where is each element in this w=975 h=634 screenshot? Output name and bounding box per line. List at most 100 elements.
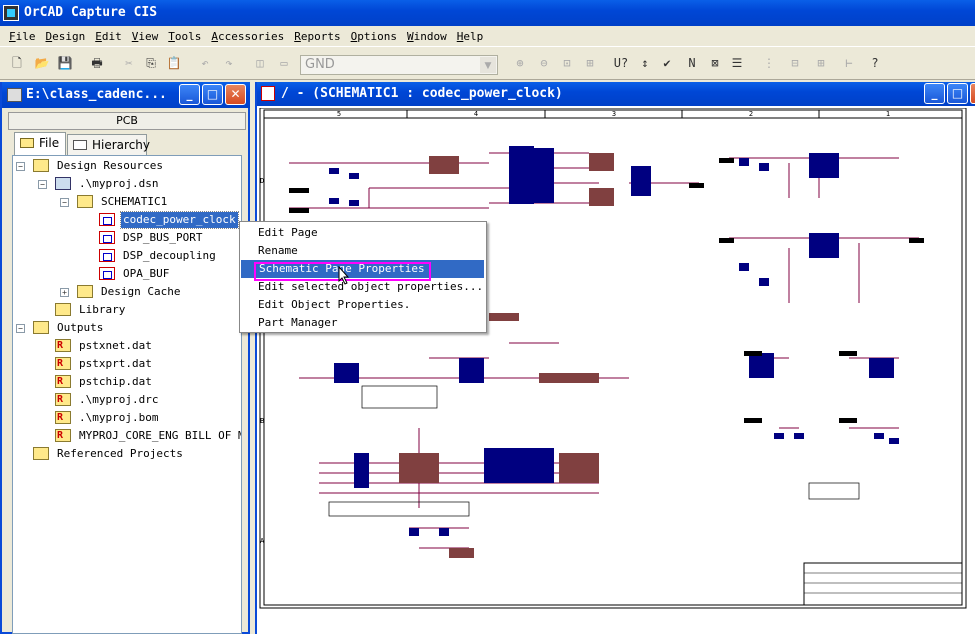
menu-item-schematic-page-properties[interactable]: Schematic Page Properties: [241, 260, 484, 278]
schematic-part[interactable]: [889, 438, 899, 444]
cascade-icon[interactable]: ▭: [275, 55, 293, 71]
hier-icon[interactable]: ⊟: [786, 55, 804, 71]
schematic-part[interactable]: [689, 183, 704, 188]
maximize-button[interactable]: □: [947, 83, 968, 104]
annotate-icon[interactable]: U?: [612, 55, 630, 71]
schematic-part[interactable]: [409, 528, 419, 536]
tree-item[interactable]: DSP_BUS_PORT: [99, 230, 241, 246]
schematic-part[interactable]: [329, 198, 339, 204]
menu-item-rename[interactable]: Rename: [240, 242, 486, 260]
menu-design[interactable]: Design: [41, 30, 91, 43]
schematic-part[interactable]: [354, 453, 369, 488]
menu-window[interactable]: Window: [402, 30, 452, 43]
close-button[interactable]: ✕: [970, 83, 975, 104]
bom-icon[interactable]: ☰: [728, 55, 746, 71]
schematic-part[interactable]: [534, 148, 554, 203]
tree-item[interactable]: SCHEMATIC1: [77, 194, 241, 210]
menu-options[interactable]: Options: [346, 30, 402, 43]
schematic-part[interactable]: [739, 158, 749, 166]
schematic-part[interactable]: [631, 166, 651, 196]
schematic-part[interactable]: [439, 528, 449, 536]
tree-item[interactable]: Design Resources: [33, 158, 241, 174]
schematic-part[interactable]: [289, 188, 309, 193]
schematic-part[interactable]: [449, 548, 474, 558]
schematic-part[interactable]: [869, 358, 894, 378]
schematic-part[interactable]: [774, 433, 784, 439]
chevron-down-icon[interactable]: ▼: [480, 57, 496, 73]
new-icon[interactable]: 🗋: [8, 55, 26, 71]
snap-icon[interactable]: ⋮: [760, 55, 778, 71]
cross-ref-icon[interactable]: ⊠: [706, 55, 724, 71]
schematic-part[interactable]: [589, 188, 614, 206]
schematic-part[interactable]: [739, 263, 749, 271]
tree-item[interactable]: Design Cache: [77, 284, 241, 300]
menu-help[interactable]: Help: [452, 30, 489, 43]
menu-item-edit-object-properties[interactable]: Edit Object Properties.: [240, 296, 486, 314]
schematic-part[interactable]: [809, 153, 839, 178]
schematic-part[interactable]: [794, 433, 804, 439]
save-icon[interactable]: 💾: [56, 55, 74, 71]
minimize-button[interactable]: _: [924, 83, 945, 104]
collapse-icon[interactable]: −: [16, 162, 25, 171]
schematic-part[interactable]: [539, 373, 599, 383]
schematic-part[interactable]: [719, 238, 734, 243]
schematic-part[interactable]: [874, 433, 884, 439]
schematic-part[interactable]: [809, 233, 839, 258]
tree-item[interactable]: Rpstxprt.dat: [55, 356, 241, 372]
open-icon[interactable]: 📂: [33, 55, 51, 71]
net-combo[interactable]: GND ▼: [300, 55, 498, 75]
tab-hierarchy[interactable]: Hierarchy: [67, 134, 150, 155]
tree-item[interactable]: Library: [55, 302, 241, 318]
schematic-part[interactable]: [744, 351, 762, 356]
menu-view[interactable]: View: [127, 30, 164, 43]
schematic-part[interactable]: [329, 168, 339, 174]
schematic-part[interactable]: [489, 313, 519, 321]
collapse-icon[interactable]: −: [16, 324, 25, 333]
menu-item-edit-page[interactable]: Edit Page: [240, 224, 486, 242]
schematic-part[interactable]: [719, 158, 734, 163]
back-annotate-icon[interactable]: ↕: [636, 55, 654, 71]
tree-item[interactable]: Outputs: [33, 320, 241, 336]
schematic-part[interactable]: [749, 353, 774, 378]
menu-reports[interactable]: Reports: [289, 30, 345, 43]
tree-item[interactable]: Rpstchip.dat: [55, 374, 241, 390]
schematic-part[interactable]: [509, 146, 534, 204]
schematic-canvas[interactable]: 5 4 3 2 1DBA: [259, 108, 975, 634]
hier2-icon[interactable]: ⊞: [812, 55, 830, 71]
schematic-part[interactable]: [909, 238, 924, 243]
redo-icon[interactable]: ↷: [220, 55, 238, 71]
tree-item[interactable]: R .\myproj.bom: [55, 410, 241, 426]
schematic-part[interactable]: [334, 363, 359, 383]
schematic-part[interactable]: [839, 418, 857, 423]
schematic-part[interactable]: [744, 418, 762, 423]
undo-icon[interactable]: ↶: [196, 55, 214, 71]
maximize-button[interactable]: □: [202, 84, 223, 105]
zoom-in-icon[interactable]: ⊕: [511, 55, 529, 71]
copy-icon[interactable]: ⎘: [142, 55, 160, 71]
zoom-area-icon[interactable]: ⊡: [558, 55, 576, 71]
schematic-part[interactable]: [429, 156, 459, 174]
project-manager-icon[interactable]: ⊢: [840, 55, 858, 71]
tree-item[interactable]: codec_power_clock: [99, 211, 241, 229]
zoom-all-icon[interactable]: ⊞: [581, 55, 599, 71]
schematic-part[interactable]: [349, 200, 359, 206]
tree-item[interactable]: .\myproj.dsn: [55, 176, 241, 192]
menu-file[interactable]: File: [4, 30, 41, 43]
menu-item-part-manager[interactable]: Part Manager: [240, 314, 486, 332]
schematic-part[interactable]: [589, 153, 614, 171]
zoom-out-icon[interactable]: ⊖: [535, 55, 553, 71]
close-button[interactable]: ✕: [225, 84, 246, 105]
menu-tools[interactable]: Tools: [163, 30, 206, 43]
schematic-part[interactable]: [759, 163, 769, 171]
schematic-part[interactable]: [759, 278, 769, 286]
paste-icon[interactable]: 📋: [165, 55, 183, 71]
tile-icon[interactable]: ◫: [251, 55, 269, 71]
minimize-button[interactable]: _: [179, 84, 200, 105]
drc-icon[interactable]: ✔: [658, 55, 676, 71]
expand-icon[interactable]: +: [60, 288, 69, 297]
tree-item[interactable]: OPA_BUF: [99, 266, 241, 282]
tab-file[interactable]: File: [14, 132, 66, 155]
help-icon[interactable]: ?: [866, 55, 884, 71]
tree-item[interactable]: R .\myproj.drc: [55, 392, 241, 408]
schematic-part[interactable]: [839, 351, 857, 356]
